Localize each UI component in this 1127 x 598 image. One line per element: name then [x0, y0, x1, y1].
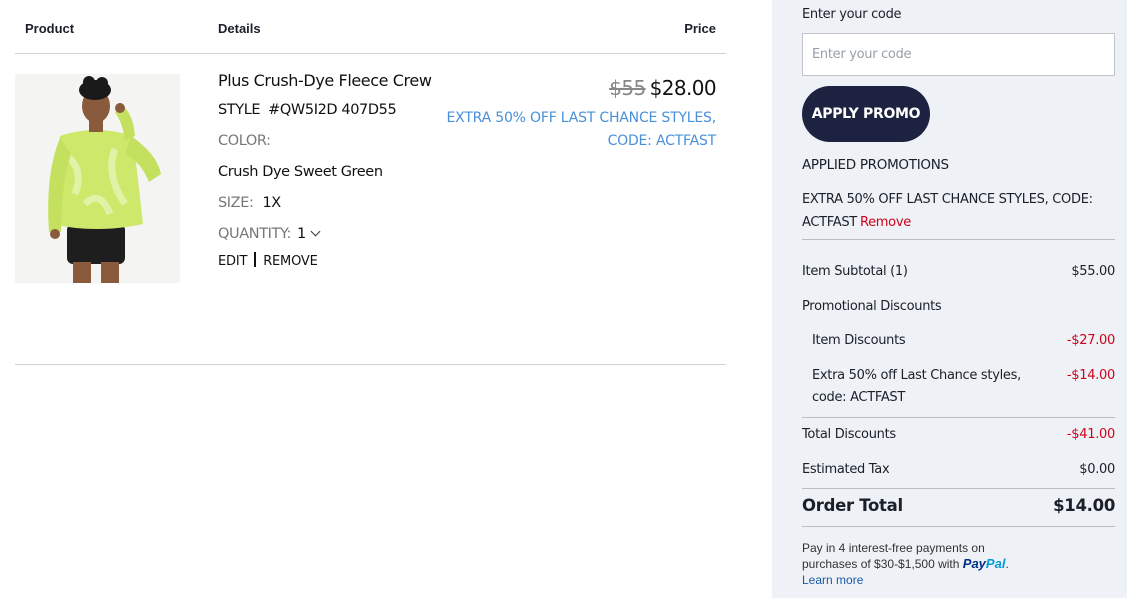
color-label: COLOR:: [218, 133, 271, 149]
size-line: SIZE: 1X: [218, 188, 438, 219]
learn-more-link[interactable]: Learn more: [802, 572, 1042, 588]
total-discounts-value: -$41.00: [1066, 427, 1115, 442]
sale-price: $28.00: [649, 76, 717, 100]
size-value: 1X: [262, 195, 281, 211]
edit-link[interactable]: EDIT: [218, 254, 247, 269]
paypal-period: .: [1005, 557, 1009, 571]
quantity-line[interactable]: QUANTITY: 1: [218, 219, 438, 250]
tax-row: Estimated Tax $0.00: [802, 459, 1115, 481]
model-illustration: [15, 74, 180, 283]
paypal-logo-pay: Pay: [962, 556, 986, 571]
paypal-text-line-1: Pay in 4 interest-free payments on: [802, 541, 985, 555]
item-details: Plus Crush-Dye Fleece Crew STYLE #QW5I2D …: [218, 66, 438, 272]
header-details: Details: [218, 21, 261, 36]
applied-promotion: EXTRA 50% OFF LAST CHANCE STYLES, CODE: …: [802, 188, 1102, 234]
tax-value: $0.00: [1079, 462, 1115, 477]
price-line: $55 $28.00: [416, 73, 716, 103]
promo-discounts-label: Promotional Discounts: [802, 299, 942, 314]
promo-discounts-row: Promotional Discounts: [802, 296, 1115, 318]
table-header: Product Details Price: [15, 0, 726, 54]
order-total-row: Order Total $14.00: [802, 495, 1115, 519]
paypal-logo: PayPal: [963, 556, 1006, 571]
header-price: Price: [684, 21, 716, 36]
order-total-value: $14.00: [1053, 496, 1115, 515]
promo-line-2: CODE: ACTFAST: [607, 133, 717, 149]
style-value: #QW5I2D 407D55: [268, 102, 397, 118]
quantity-label: QUANTITY:: [218, 226, 291, 242]
summary-divider: [802, 239, 1115, 240]
item-discounts-row: Item Discounts -$27.00: [802, 330, 1115, 352]
summary-divider: [802, 526, 1115, 527]
subtotal-value: $55.00: [1071, 264, 1115, 279]
promo-code-input[interactable]: [802, 33, 1115, 76]
product-image[interactable]: [15, 74, 180, 283]
promo-line-1: EXTRA 50% OFF LAST CHANCE STYLES,: [446, 110, 717, 126]
extra-discount-label: Extra 50% off Last Chance styles, code: …: [812, 368, 1021, 405]
item-discounts-value: -$27.00: [1066, 333, 1115, 348]
item-actions: EDIT REMOVE: [218, 252, 438, 272]
header-product: Product: [25, 21, 75, 36]
summary-divider: [802, 417, 1115, 418]
paypal-text-line-2: purchases of $30-$1,500 with PayPal.: [802, 556, 1042, 572]
cart-table: Product Details Price Plus Crush-Dye Fle…: [15, 0, 726, 598]
product-name[interactable]: Plus Crush-Dye Fleece Crew: [218, 66, 438, 95]
order-total-label: Order Total: [802, 496, 903, 515]
original-price: $55: [609, 76, 646, 100]
chevron-down-icon[interactable]: [310, 226, 321, 237]
remove-link[interactable]: REMOVE: [263, 254, 318, 269]
row-divider: [15, 364, 726, 365]
size-label: SIZE:: [218, 195, 254, 211]
tax-label: Estimated Tax: [802, 462, 890, 477]
item-promo-message: EXTRA 50% OFF LAST CHANCE STYLES, CODE: …: [416, 107, 717, 153]
paypal-message: Pay in 4 interest-free payments on purch…: [802, 540, 1042, 588]
remove-promo-link[interactable]: Remove: [860, 215, 911, 230]
apply-promo-button[interactable]: APPLY PROMO: [802, 86, 930, 142]
subtotal-label: Item Subtotal (1): [802, 264, 908, 279]
paypal-text-line-2-text: purchases of $30-$1,500 with: [802, 557, 960, 571]
extra-discount-value: -$14.00: [1066, 368, 1115, 383]
color-value: Crush Dye Sweet Green: [218, 164, 383, 180]
subtotal-row: Item Subtotal (1) $55.00: [802, 261, 1115, 283]
style-label: STYLE: [218, 102, 261, 118]
total-discounts-row: Total Discounts -$41.00: [802, 424, 1115, 446]
quantity-select[interactable]: 1: [297, 226, 306, 242]
paypal-logo-pal: Pal: [985, 556, 1006, 571]
link-separator: [254, 252, 257, 267]
color-line: COLOR:: [218, 126, 438, 157]
extra-discount-row: Extra 50% off Last Chance styles, code: …: [802, 365, 1115, 409]
summary-divider: [802, 488, 1115, 489]
applied-promotion-text: EXTRA 50% OFF LAST CHANCE STYLES, CODE: …: [802, 192, 1093, 230]
item-discounts-label: Item Discounts: [812, 333, 906, 348]
applied-promotions-title: APPLIED PROMOTIONS: [802, 157, 949, 173]
promo-code-label: Enter your code: [802, 7, 902, 22]
total-discounts-label: Total Discounts: [802, 427, 896, 442]
style-line: STYLE #QW5I2D 407D55: [218, 95, 438, 126]
item-price: $55 $28.00 EXTRA 50% OFF LAST CHANCE STYL…: [416, 73, 717, 153]
order-summary-panel: Enter your code APPLY PROMO APPLIED PROM…: [772, 0, 1127, 598]
